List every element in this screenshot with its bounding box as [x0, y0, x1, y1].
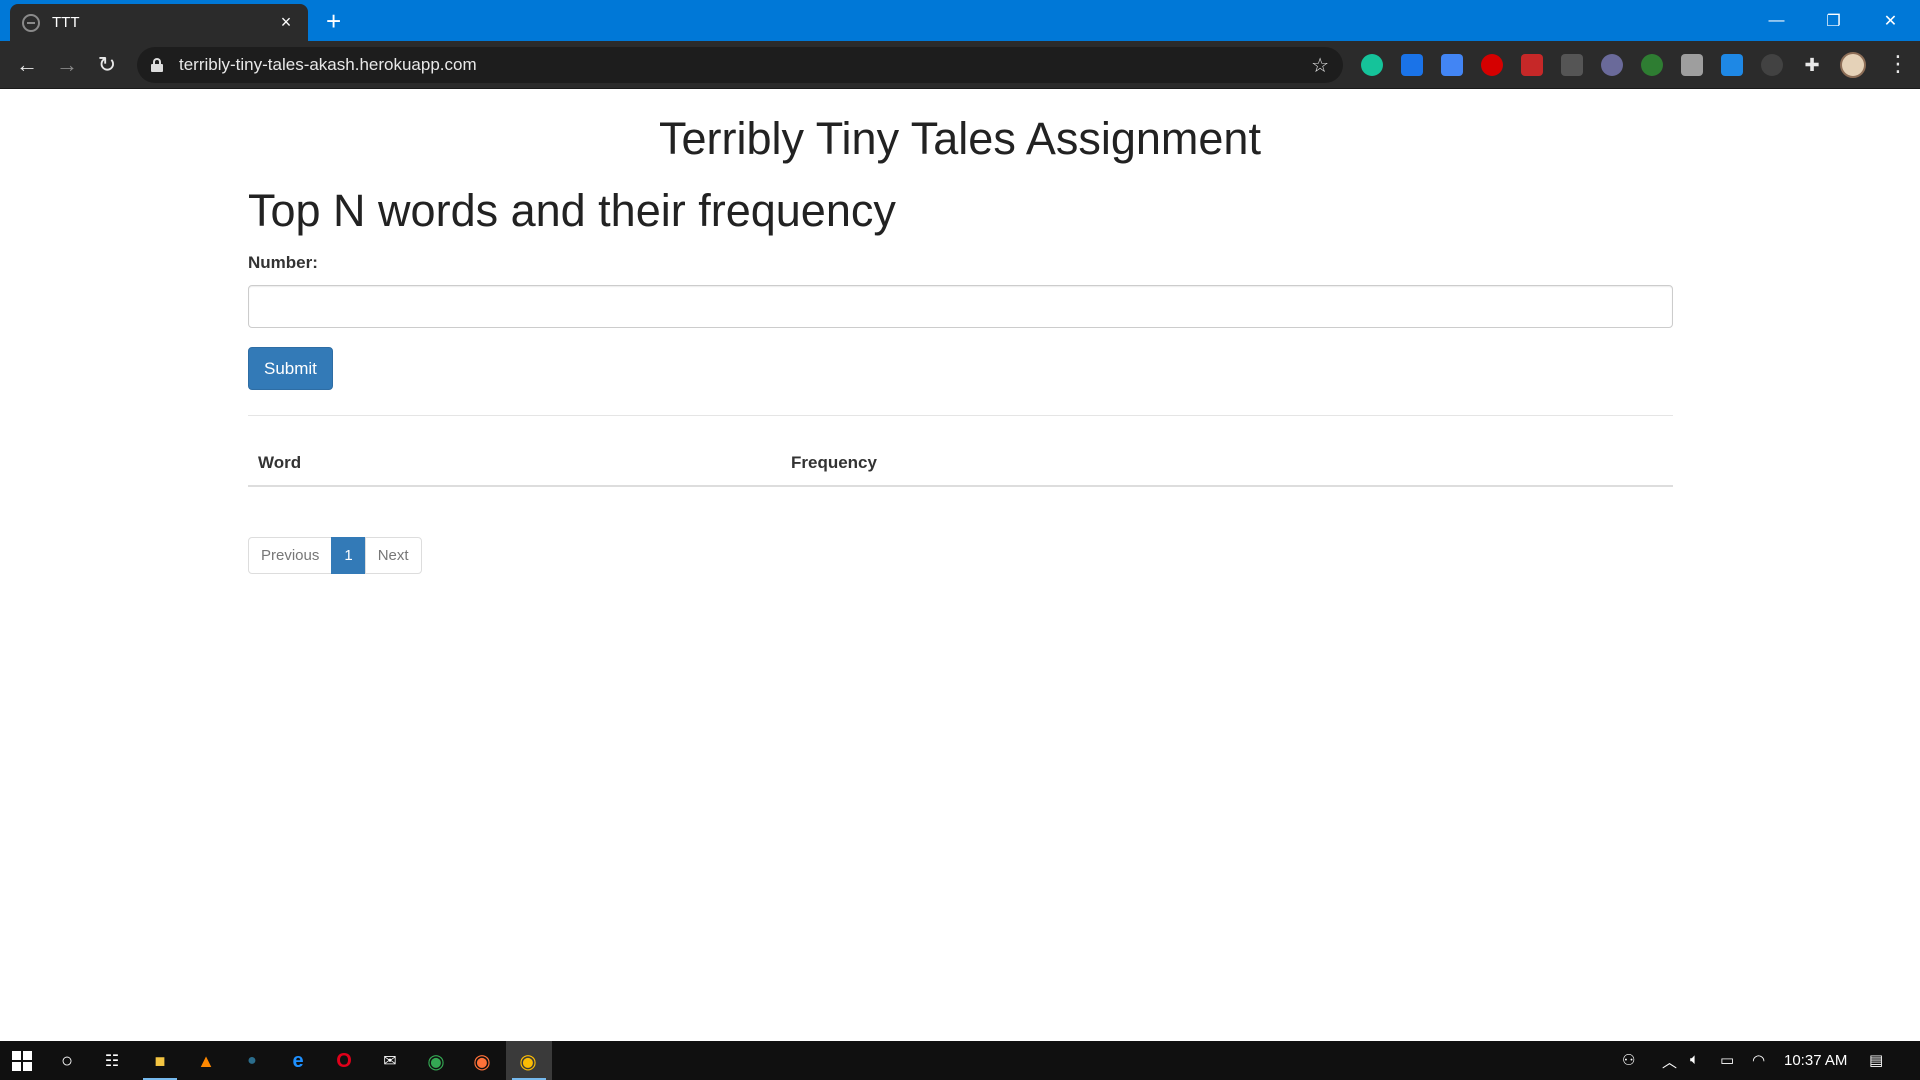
vlc-icon[interactable]: ▲ — [194, 1049, 218, 1073]
adblock-extension-icon[interactable] — [1481, 54, 1503, 76]
next-page-button[interactable]: Next — [364, 537, 422, 574]
notifications-icon[interactable]: ▤ — [1869, 1051, 1883, 1069]
minimize-button[interactable]: — — [1748, 0, 1805, 41]
windows-start-icon[interactable] — [10, 1049, 34, 1073]
url-text[interactable]: terribly-tiny-tales-akash.herokuapp.com — [179, 55, 1311, 75]
column-header-word[interactable]: Word — [248, 441, 781, 487]
main-container: Top N words and their frequency Number: … — [248, 185, 1673, 574]
cortana-icon[interactable]: ○ — [55, 1049, 79, 1073]
firefox-icon[interactable]: ◉ — [470, 1049, 494, 1073]
forward-button[interactable]: → — [53, 51, 81, 79]
extensions-puzzle-icon[interactable]: ✚ — [1801, 54, 1823, 76]
mail-icon[interactable]: ✉ — [378, 1049, 402, 1073]
restore-button[interactable]: ❐ — [1805, 0, 1862, 41]
taskbar-clock[interactable]: 10:37 AM — [1784, 1052, 1847, 1069]
page-1-button[interactable]: 1 — [331, 537, 366, 574]
windows-taskbar: ○ ☷ ■ ▲ ● e O ✉ ◉ ◉ ◉ ⚇ ︿ 🔈︎ ▭ ◠ ▤ — [0, 1041, 1920, 1080]
extension-icon-leaf[interactable] — [1641, 54, 1663, 76]
new-tab-button[interactable]: + — [326, 6, 341, 36]
wifi-icon[interactable]: ◠ — [1752, 1051, 1765, 1069]
reload-button[interactable]: ↻ — [93, 51, 121, 79]
battery-icon[interactable]: ▭ — [1720, 1051, 1734, 1069]
close-window-button[interactable]: ✕ — [1862, 0, 1919, 41]
extension-icon-s[interactable] — [1721, 54, 1743, 76]
table-header-row: Word Frequency — [248, 441, 1673, 487]
previous-page-button[interactable]: Previous — [248, 537, 333, 574]
browser-toolbar: ← → ↻ terribly-tiny-tales-akash.herokuap… — [0, 41, 1920, 89]
opera-icon[interactable]: O — [332, 1049, 356, 1073]
browser-tab-strip: TTT × + — ❐ ✕ — [0, 0, 1920, 41]
pdf-extension-icon[interactable] — [1521, 54, 1543, 76]
pagination: Previous 1 Next — [248, 537, 1673, 574]
extension-icon-tools[interactable] — [1561, 54, 1583, 76]
lock-icon — [151, 58, 163, 72]
tab-title: TTT — [52, 14, 80, 31]
translate-extension-icon[interactable] — [1441, 54, 1463, 76]
column-header-frequency[interactable]: Frequency — [781, 441, 1673, 487]
app-icon[interactable]: ● — [240, 1049, 264, 1073]
browser-menu-icon[interactable]: ⋮ — [1887, 52, 1909, 76]
address-bar[interactable]: terribly-tiny-tales-akash.herokuapp.com … — [137, 47, 1343, 83]
number-input[interactable] — [248, 285, 1673, 328]
number-label: Number: — [248, 253, 318, 272]
grammarly-extension-icon[interactable] — [1361, 54, 1383, 76]
people-icon[interactable]: ⚇ — [1622, 1051, 1635, 1069]
page-title: Terribly Tiny Tales Assignment — [659, 113, 1261, 164]
chrome-active-icon[interactable]: ◉ — [516, 1049, 540, 1073]
task-view-icon[interactable]: ☷ — [100, 1049, 124, 1073]
divider — [248, 415, 1673, 416]
back-button[interactable]: ← — [13, 51, 41, 79]
browser-tab[interactable]: TTT × — [10, 4, 308, 41]
tab-close-icon[interactable]: × — [276, 12, 296, 33]
extension-icon-globe[interactable] — [1601, 54, 1623, 76]
section-title: Top N words and their frequency — [248, 185, 896, 236]
bookmark-star-icon[interactable]: ☆ — [1311, 53, 1329, 78]
chrome-icon[interactable]: ◉ — [424, 1049, 448, 1073]
frequency-table: Word Frequency — [248, 441, 1673, 487]
volume-icon[interactable]: 🔈︎ — [1690, 1051, 1699, 1068]
globe-icon — [22, 13, 40, 32]
camera-extension-icon[interactable] — [1681, 54, 1703, 76]
file-explorer-icon[interactable]: ■ — [148, 1049, 172, 1073]
submit-button[interactable]: Submit — [248, 347, 333, 390]
show-hidden-icons-chevron-icon[interactable]: ︿ — [1662, 1051, 1677, 1072]
extension-icon-network[interactable] — [1761, 54, 1783, 76]
extension-icon-p[interactable] — [1401, 54, 1423, 76]
edge-icon[interactable]: e — [286, 1049, 310, 1073]
profile-avatar[interactable] — [1840, 52, 1866, 78]
